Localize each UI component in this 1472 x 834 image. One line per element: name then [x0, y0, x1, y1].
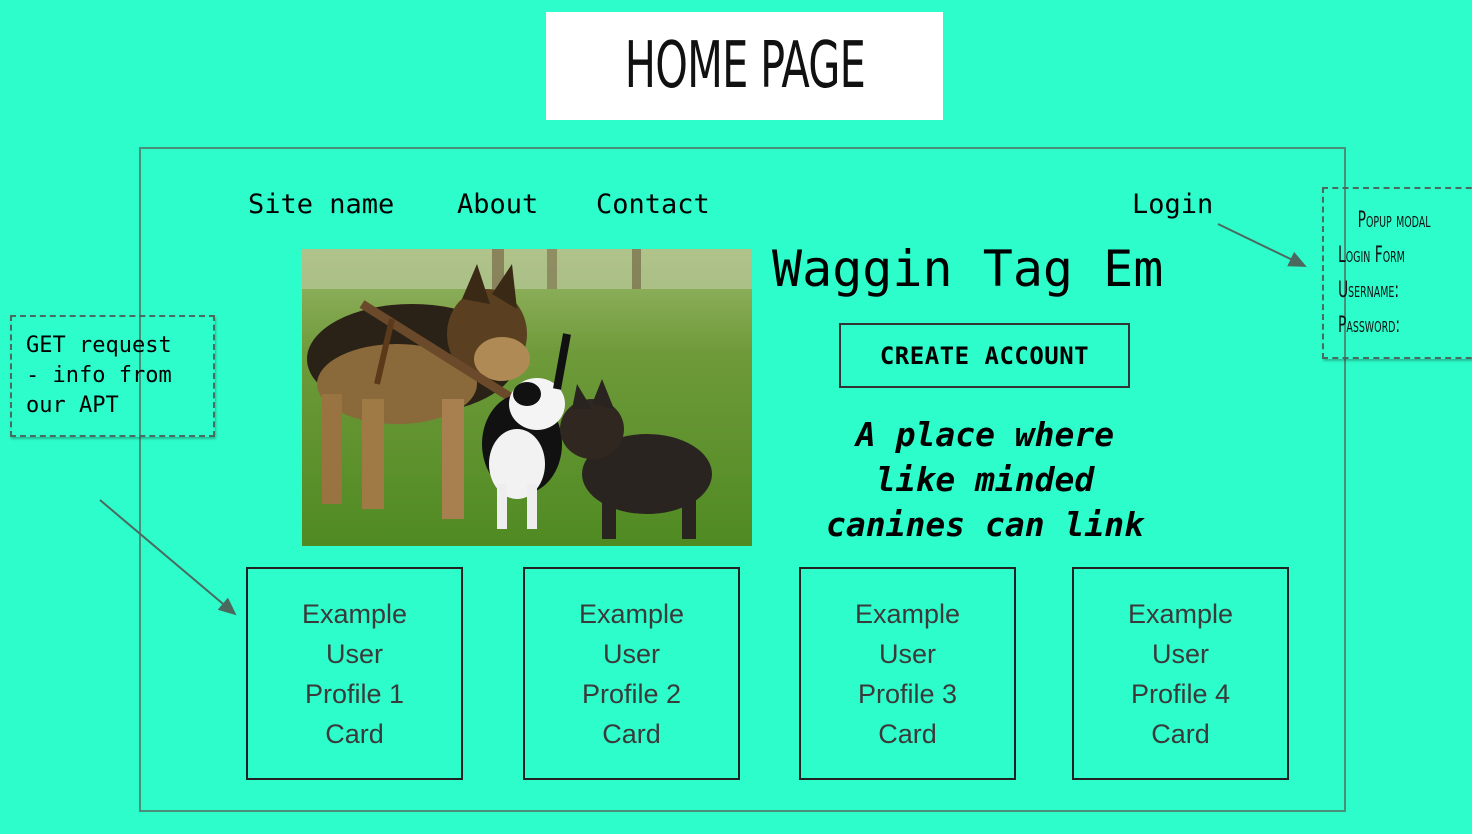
- note-line: our APT: [26, 393, 119, 418]
- dogs-photo-icon: [302, 249, 752, 546]
- nav-login[interactable]: Login: [1132, 188, 1213, 222]
- tagline-line: A place where: [855, 415, 1115, 454]
- profile-card-3[interactable]: Example User Profile 3 Card: [799, 567, 1016, 780]
- note-line: Login Form: [1338, 243, 1405, 268]
- card-line: Profile 2: [581, 678, 682, 709]
- nav-contact[interactable]: Contact: [596, 188, 710, 222]
- profile-card-1[interactable]: Example User Profile 1 Card: [246, 567, 463, 780]
- note-line: Popup modal: [1357, 208, 1431, 233]
- tagline-line: canines can link: [826, 505, 1144, 544]
- card-line: User: [325, 638, 383, 669]
- note-line: GET request: [26, 333, 172, 358]
- profile-card-4[interactable]: Example User Profile 4 Card: [1072, 567, 1289, 780]
- page-title: HOME PAGE: [624, 29, 865, 103]
- profile-card-2[interactable]: Example User Profile 2 Card: [523, 567, 740, 780]
- card-line: Card: [878, 718, 937, 749]
- card-line: User: [1151, 638, 1209, 669]
- card-line: User: [602, 638, 660, 669]
- tagline: A place where like minded canines can li…: [790, 412, 1180, 547]
- card-line: Profile 4: [1130, 678, 1231, 709]
- nav-about[interactable]: About: [457, 188, 538, 222]
- site-title: Waggin Tag Em: [772, 240, 1164, 298]
- card-line: Card: [1151, 718, 1210, 749]
- note-line: Username:: [1338, 278, 1399, 303]
- popup-modal-note: Popup modal Login Form Username: Passwor…: [1322, 187, 1472, 359]
- card-line: Example: [578, 598, 685, 629]
- note-line: - info from: [26, 363, 172, 388]
- note-line: Password:: [1338, 313, 1401, 338]
- card-line: Profile 3: [857, 678, 958, 709]
- hero-dogs-image: [302, 249, 752, 546]
- tagline-line: like minded: [875, 460, 1095, 499]
- card-line: Example: [1127, 598, 1234, 629]
- card-line: User: [878, 638, 936, 669]
- card-line: Example: [301, 598, 408, 629]
- nav-site-name[interactable]: Site name: [248, 188, 394, 222]
- get-request-note: GET request - info from our APT: [10, 315, 215, 437]
- card-line: Profile 1: [304, 678, 405, 709]
- page-title-box: HOME PAGE: [546, 12, 943, 120]
- create-account-button[interactable]: CREATE ACCOUNT: [839, 323, 1130, 388]
- card-line: Card: [325, 718, 384, 749]
- card-line: Card: [602, 718, 661, 749]
- card-line: Example: [854, 598, 961, 629]
